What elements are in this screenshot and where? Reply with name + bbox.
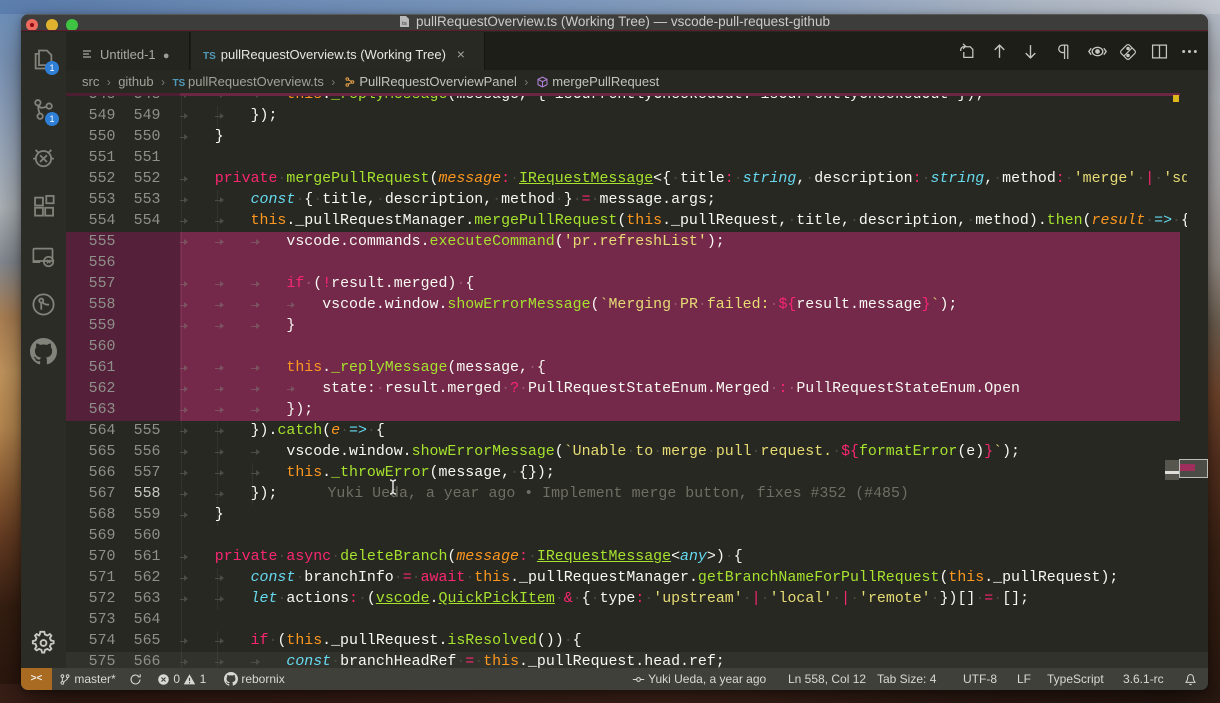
svg-text:ts: ts [402,21,407,27]
